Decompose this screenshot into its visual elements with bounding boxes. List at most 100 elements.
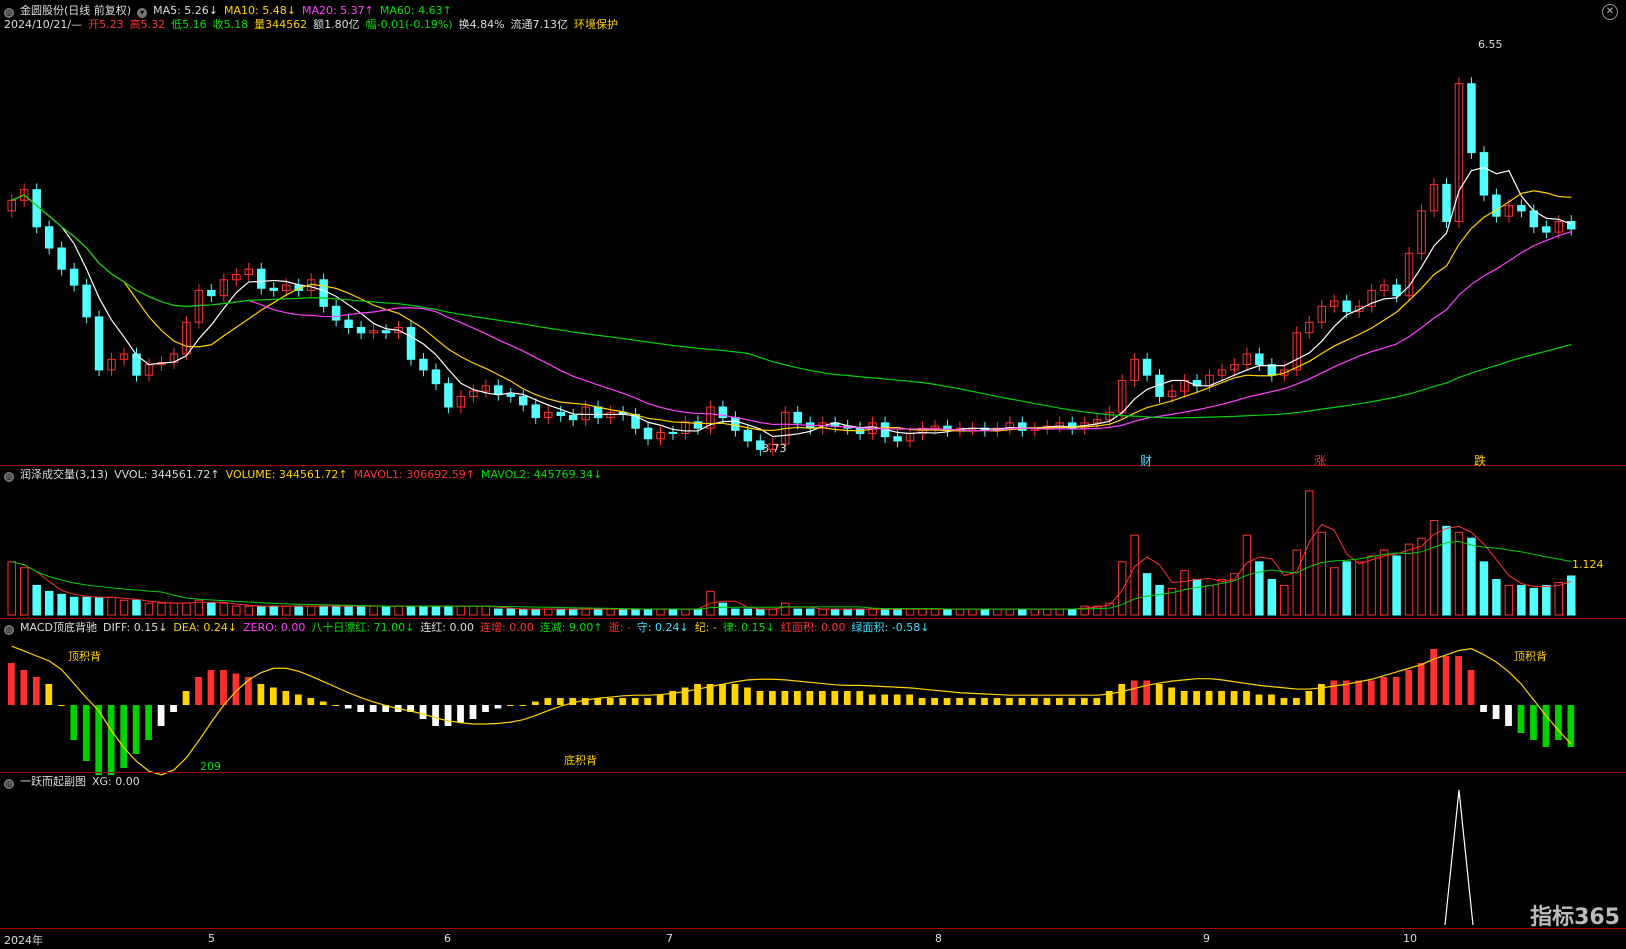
- macd-bar: [993, 698, 1001, 705]
- macd-bar: [120, 705, 128, 768]
- lv-label: 律: 0.15↓: [722, 621, 775, 634]
- macd-bar: [769, 691, 776, 705]
- volume-bar: [419, 605, 428, 616]
- macd-bar: [494, 705, 502, 709]
- volume-bar: [1030, 608, 1040, 616]
- volume-bar: [980, 608, 990, 616]
- macd-bar: [719, 684, 726, 705]
- volume-settings-icon[interactable]: ◎: [4, 472, 14, 482]
- macd-bar: [856, 691, 864, 705]
- macd-bar: [1555, 705, 1562, 740]
- macd-settings-icon[interactable]: ◎: [4, 625, 14, 635]
- macd-bar: [1480, 705, 1487, 712]
- volume-bar: [207, 602, 216, 616]
- volume-bar: [756, 608, 765, 616]
- macd-bar: [1080, 698, 1088, 705]
- volume-bar: [1542, 584, 1551, 616]
- volume-bar: [219, 602, 229, 616]
- candle-body: [519, 395, 528, 406]
- volume-bar: [880, 608, 890, 616]
- volume-bar: [593, 608, 603, 616]
- macd-bar: [1056, 698, 1063, 705]
- marker-die: 跌: [1474, 454, 1487, 468]
- volume-bar: [369, 605, 378, 616]
- macd-bar: [1405, 670, 1413, 705]
- candle-body: [531, 404, 540, 419]
- macd-bar: [145, 705, 152, 740]
- macd-bar: [45, 684, 53, 705]
- macd-bar: [843, 691, 851, 705]
- volume-bar: [868, 608, 877, 616]
- macd-bar: [1243, 691, 1250, 705]
- macd-bar: [1367, 680, 1375, 705]
- macd-bar: [132, 705, 140, 754]
- sub-header: ◎ 一跃而起副图 XG: 0.00: [4, 775, 146, 789]
- macd-bar: [1467, 670, 1475, 705]
- volume-bar: [1454, 531, 1464, 616]
- macd-bar: [1517, 705, 1525, 733]
- macd-bar: [1455, 656, 1462, 705]
- volume-bar: [718, 602, 728, 616]
- candle-body: [1517, 205, 1526, 212]
- macd-bar: [694, 684, 701, 705]
- ma5-line: [11, 166, 1572, 438]
- sub-settings-icon[interactable]: ◎: [4, 779, 14, 789]
- volume-bar: [19, 567, 29, 616]
- lianhong-label: 连红: 0.00: [420, 621, 475, 634]
- volume-bar: [805, 608, 815, 616]
- volume-bar: [905, 608, 915, 616]
- candle-body: [444, 383, 453, 408]
- macd-bar: [918, 698, 926, 705]
- axis-label: 5: [208, 932, 215, 945]
- volume-bar: [843, 608, 852, 616]
- volume-bar: [406, 605, 416, 616]
- volume-bar: [232, 605, 241, 616]
- candle-body: [731, 417, 740, 431]
- volume-bar: [543, 608, 553, 616]
- volume-bar: [1517, 584, 1526, 616]
- macd-bar: [32, 677, 40, 705]
- macd-bar: [1193, 691, 1200, 705]
- macd-bar: [731, 684, 739, 705]
- volume-bar: [1043, 608, 1052, 616]
- volume-bar: [431, 605, 441, 616]
- top-divergence-label-1: 顶积背: [68, 650, 101, 663]
- low-price-label: 3.73: [762, 442, 787, 455]
- candle-body: [207, 289, 216, 297]
- candle-body: [1492, 194, 1501, 217]
- xg-signal-line: [1444, 789, 1474, 926]
- axis-label: 9: [1203, 932, 1210, 945]
- macd-bar: [631, 698, 639, 705]
- high-price-label: 6.55: [1478, 38, 1503, 51]
- volume-bar: [1130, 534, 1139, 616]
- top-divergence-label-2: 顶积背: [1514, 650, 1547, 663]
- axis-label: 10: [1403, 932, 1417, 945]
- candle-body: [406, 327, 416, 360]
- volume-bar: [381, 605, 391, 616]
- macd-bar: [1155, 684, 1163, 705]
- macd-bar: [581, 698, 589, 705]
- candle-body: [506, 393, 516, 397]
- macd-bar: [968, 698, 976, 705]
- volume-bar: [444, 605, 453, 616]
- volume-bar: [69, 596, 79, 616]
- volume-bar: [1280, 584, 1289, 616]
- macd-bar: [344, 705, 352, 709]
- volume-bar: [32, 584, 41, 616]
- volume-bar: [968, 608, 977, 616]
- candle-body: [1342, 300, 1351, 313]
- marker-zhang: 涨: [1314, 454, 1327, 468]
- volume-bar: [693, 608, 703, 616]
- macd-bar: [357, 705, 365, 712]
- macd-bar: [1530, 705, 1537, 740]
- candle-body: [1442, 183, 1451, 222]
- candle-body: [1255, 353, 1264, 366]
- macd-bar: [556, 698, 564, 705]
- volume-bar: [1479, 561, 1489, 616]
- volume-bar: [1192, 579, 1202, 616]
- macd-bar: [220, 670, 227, 705]
- candle-body: [269, 287, 278, 291]
- mavol2-line: [11, 540, 1572, 610]
- axis-label: 8: [935, 932, 942, 945]
- candle-body: [331, 305, 341, 321]
